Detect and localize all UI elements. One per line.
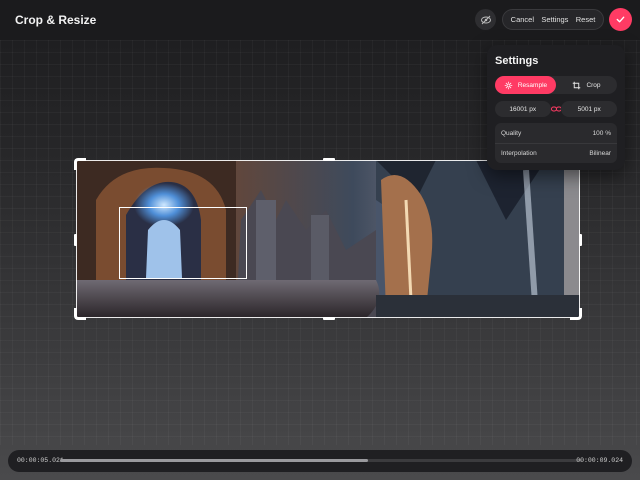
quality-label: Quality [501,129,522,137]
crop-handle-bottom[interactable] [323,317,335,320]
top-bar: Crop & Resize Cancel Settings Reset [0,0,640,40]
resample-icon [504,81,513,89]
crop-icon [573,81,581,89]
crop-handle-top[interactable] [323,158,335,161]
selection-rectangle[interactable] [119,207,247,279]
crop-handle-bottom-left[interactable] [74,308,86,320]
height-input[interactable]: 5001 px [561,101,617,117]
eye-off-icon [480,15,491,24]
mode-segmented-control: Resample Crop [495,76,617,94]
crop-handle-left[interactable] [74,234,77,246]
end-time: 00:00:09.024 [576,457,623,464]
confirm-button[interactable] [609,8,632,31]
resample-label: Resample [517,81,548,89]
page-title: Crop & Resize [15,13,97,27]
chain-link-icon[interactable] [550,105,562,113]
action-pill-group: Cancel Settings Reset [502,9,604,30]
settings-title: Settings [495,55,539,67]
visibility-toggle-button[interactable] [475,9,496,30]
crop-handle-right[interactable] [579,234,582,246]
cancel-button[interactable]: Cancel [511,15,534,24]
timeline-bar: 00:00:05.021 00:00:09.024 [8,450,632,472]
settings-panel: Settings Resample Crop 16001 px 5001 px … [487,45,625,170]
settings-rows: Quality 100 % Interpolation Bilinear [495,123,617,163]
crop-label: Crop [586,81,601,89]
interpolation-label: Interpolation [501,150,537,157]
resample-mode-button[interactable]: Resample [495,76,556,94]
interpolation-value: Bilinear [589,150,611,157]
width-input[interactable]: 16001 px [495,101,551,117]
start-time: 00:00:05.021 [17,457,64,464]
timeline-track[interactable] [60,459,582,462]
crop-handle-top-left[interactable] [74,158,86,170]
crop-handle-bottom-right[interactable] [570,308,582,320]
quality-value: 100 % [592,129,611,137]
settings-button[interactable]: Settings [541,15,568,24]
timeline-progress [60,459,368,462]
quality-row[interactable]: Quality 100 % [495,123,617,143]
checkmark-icon [616,16,625,23]
dimension-fields: 16001 px 5001 px [495,101,617,117]
reset-button[interactable]: Reset [576,15,596,24]
interpolation-row[interactable]: Interpolation Bilinear [495,143,617,163]
crop-mode-button[interactable]: Crop [556,76,617,94]
